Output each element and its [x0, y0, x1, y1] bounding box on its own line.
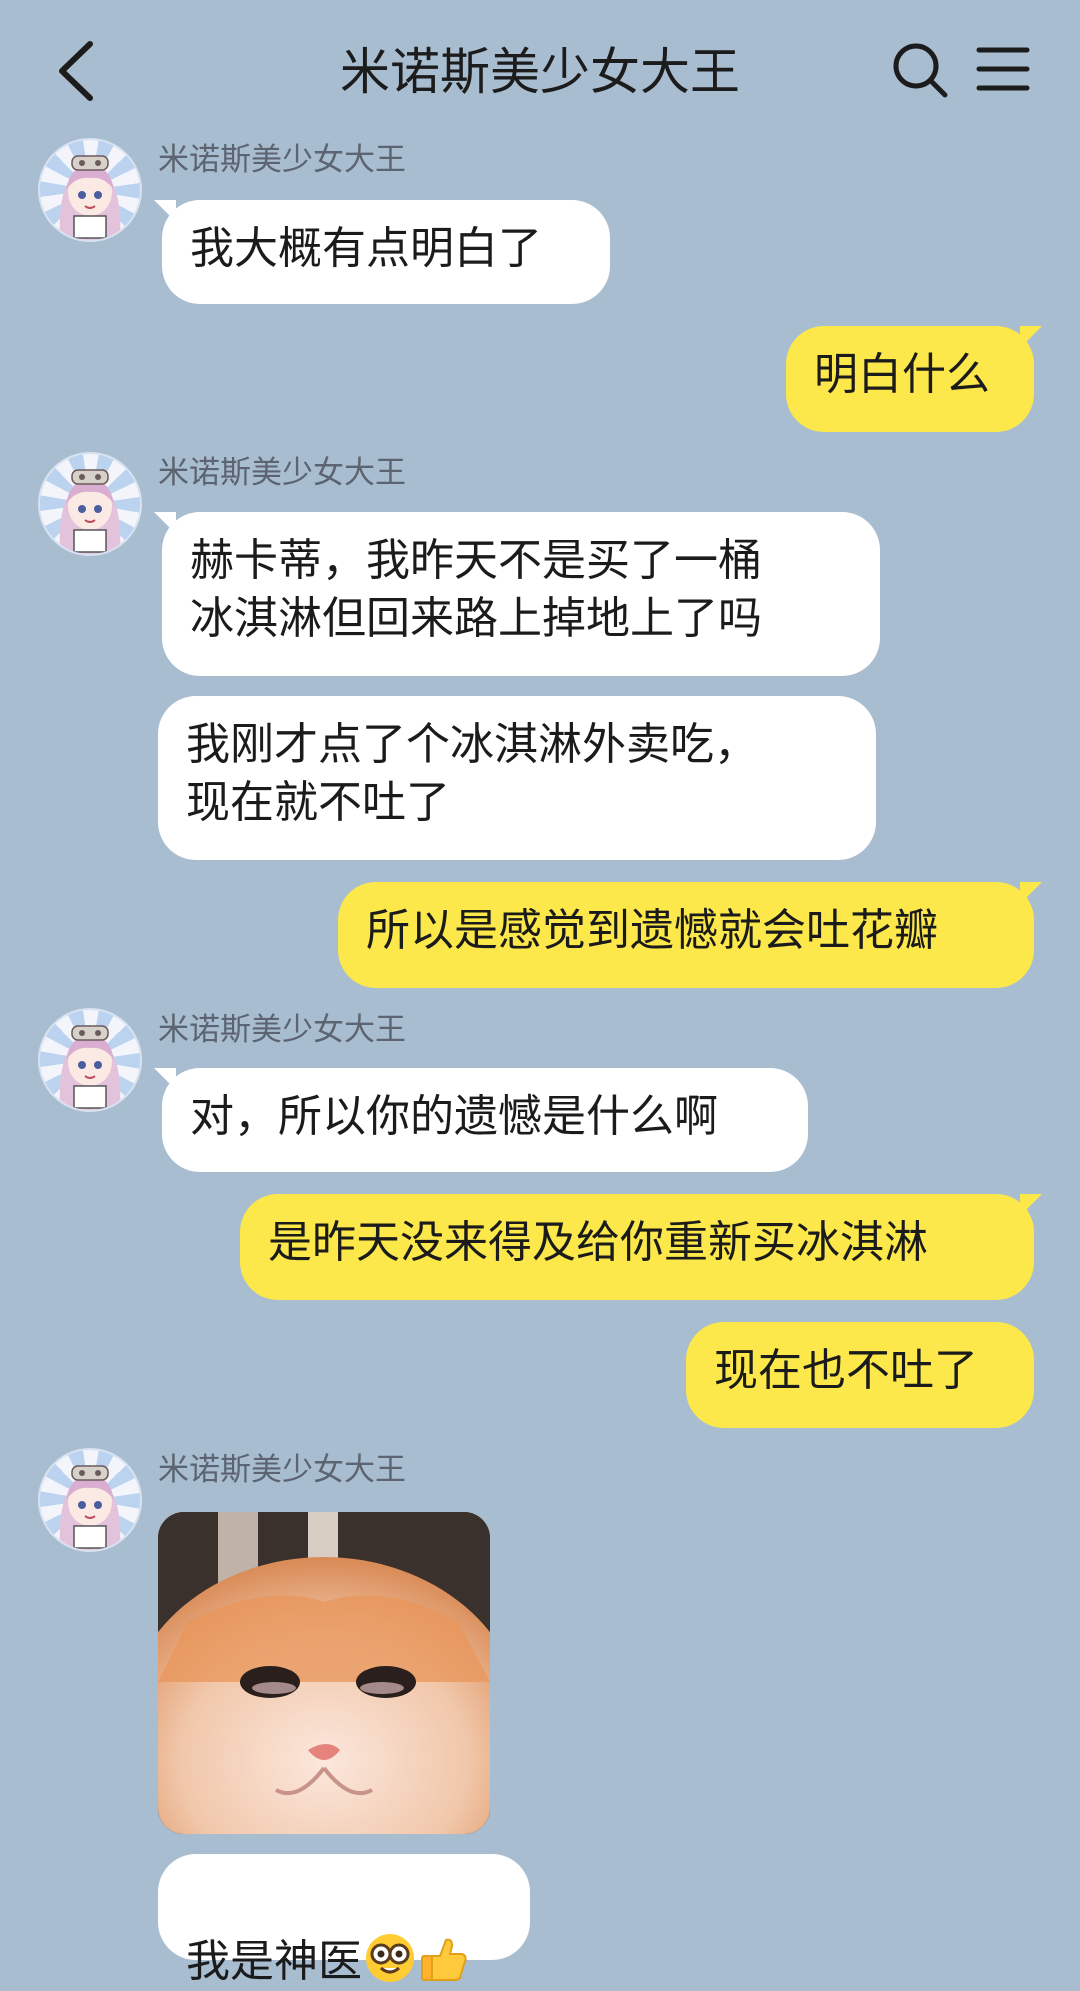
- message-bubble-own[interactable]: 所以是感觉到遗憾就会吐花瓣: [338, 882, 1042, 988]
- contact-avatar[interactable]: [38, 452, 142, 556]
- sender-name: 米诺斯美少女大王: [158, 142, 406, 178]
- search-button[interactable]: [890, 40, 950, 100]
- message-bubble-own[interactable]: 明白什么: [786, 326, 1042, 432]
- message-bubble[interactable]: 我是神医: [158, 1854, 530, 1987]
- menu-button[interactable]: [976, 44, 1030, 94]
- sender-name: 米诺斯美少女大王: [158, 1452, 406, 1488]
- message-bubble[interactable]: 赫卡蒂，我昨天不是买了一桶 冰淇淋但回来路上掉地上了吗: [154, 512, 880, 676]
- crying-cat-image[interactable]: [158, 1512, 490, 1834]
- nerd-face-emoji-icon: [364, 1932, 416, 1984]
- anime-girl-avatar-icon: [59, 155, 121, 240]
- message-bubble[interactable]: 对，所以你的遗憾是什么啊: [154, 1068, 808, 1172]
- back-button[interactable]: [52, 38, 102, 104]
- chat-header: 米诺斯美少女大王: [0, 0, 1080, 140]
- message-bubble[interactable]: 我刚才点了个冰淇淋外卖吃， 现在就不吐了: [158, 696, 876, 860]
- chevron-left-icon: [59, 41, 93, 101]
- message-bubble-own[interactable]: 现在也不吐了: [686, 1322, 1034, 1428]
- anime-girl-avatar-icon: [59, 1465, 121, 1550]
- thumbs-up-emoji-icon: [418, 1932, 470, 1984]
- anime-girl-avatar-icon: [59, 469, 121, 554]
- menu-icon: [976, 47, 1030, 91]
- anime-girl-avatar-icon: [59, 1025, 121, 1110]
- message-text: 我是神医: [186, 1936, 362, 1987]
- contact-avatar[interactable]: [38, 1448, 142, 1552]
- message-bubble[interactable]: 我大概有点明白了: [154, 200, 610, 304]
- search-icon: [893, 43, 948, 98]
- sender-name: 米诺斯美少女大王: [158, 455, 406, 491]
- contact-avatar[interactable]: [38, 1008, 142, 1112]
- chat-title: 米诺斯美少女大王: [340, 43, 740, 101]
- contact-avatar[interactable]: [38, 138, 142, 242]
- message-bubble-own[interactable]: 是昨天没来得及给你重新买冰淇淋: [240, 1194, 1042, 1300]
- sender-name: 米诺斯美少女大王: [158, 1012, 406, 1048]
- crying-cat-meme-icon: [158, 1512, 490, 1834]
